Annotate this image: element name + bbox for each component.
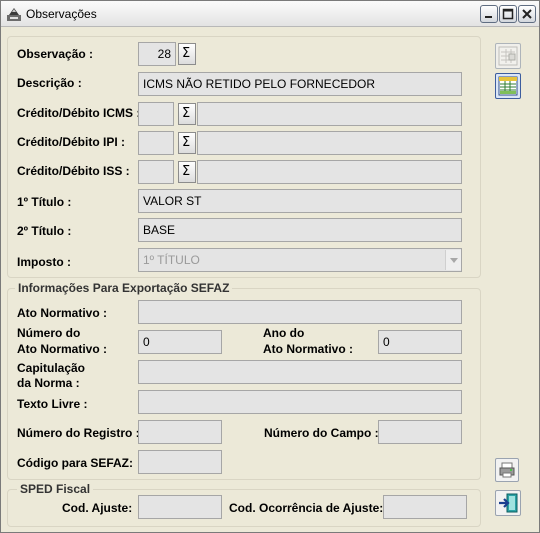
cod-ocorrencia-field[interactable] [383,495,467,519]
texto-livre-label: Texto Livre : [17,397,88,411]
descricao-label: Descrição : [17,76,82,90]
codigo-sefaz-label: Código para SEFAZ: [17,456,134,470]
imposto-label: Imposto : [17,255,71,269]
observacao-field[interactable]: 28 [138,42,176,66]
capitulacao-label-2: da Norma : [17,376,80,390]
ano-ato-label-1: Ano do [263,326,305,340]
title-bar[interactable]: Observações [1,1,539,27]
codigo-sefaz-field[interactable] [138,450,222,474]
cod-ajuste-field[interactable] [138,495,222,519]
capitulacao-label-1: Capitulação [17,361,86,375]
credito-icms-lookup-button[interactable]: Σ [178,103,196,125]
table-icon [498,76,518,96]
titulo1-label: 1º Título : [17,195,72,209]
numero-campo-label: Número do Campo : [264,426,379,440]
credito-icms-code-field[interactable] [138,102,174,126]
titulo2-field[interactable]: BASE [138,218,462,242]
sigma-icon: Σ [182,135,191,150]
credito-icms-desc-field[interactable] [197,102,462,126]
titulo2-label: 2º Título : [17,224,72,238]
close-button[interactable] [518,5,536,23]
numero-campo-field[interactable] [378,420,462,444]
sigma-icon: Σ [182,164,191,179]
cod-ocorrencia-label: Cod. Ocorrência de Ajuste: [229,501,384,515]
maximize-icon [502,8,514,20]
table-button[interactable] [495,73,521,99]
sped-group-title: SPED Fiscal [17,482,94,496]
numero-ato-label-1: Número do [17,326,81,340]
credito-iss-lookup-button[interactable]: Σ [178,161,196,183]
app-icon [7,8,21,21]
cod-ajuste-label: Cod. Ajuste: [62,501,133,515]
grid-edit-button[interactable] [495,43,521,69]
sefaz-group-title: Informações Para Exportação SEFAZ [15,281,233,295]
numero-ato-field[interactable]: 0 [138,330,222,354]
titulo1-field[interactable]: VALOR ST [138,189,462,213]
credito-ipi-lookup-button[interactable]: Σ [178,132,196,154]
minimize-icon [485,16,492,18]
sigma-icon: Σ [182,46,191,61]
minimize-button[interactable] [480,5,498,23]
texto-livre-field[interactable] [138,390,462,414]
numero-ato-label-2: Ato Normativo : [17,342,107,356]
observacao-lookup-button[interactable]: Σ [178,43,196,65]
descricao-field[interactable]: ICMS NÃO RETIDO PELO FORNECEDOR [138,72,462,96]
credito-ipi-code-field[interactable] [138,131,174,155]
credito-iss-desc-field[interactable] [197,160,462,184]
ano-ato-field[interactable]: 0 [378,330,462,354]
print-button[interactable] [495,458,519,482]
sigma-icon: Σ [182,106,191,121]
window-title: Observações [26,7,97,21]
ato-normativo-label: Ato Normativo : [17,306,107,320]
capitulacao-field[interactable] [138,360,462,384]
grid-edit-icon [498,46,518,66]
ano-ato-label-2: Ato Normativo : [263,342,353,356]
form-area: Observação : 28 Σ Descrição : ICMS NÃO R… [5,30,536,530]
numero-registro-label: Número do Registro : [17,426,140,440]
observacao-label: Observação : [17,47,94,61]
observacoes-window: Observações Observação : 28 Σ Descrição … [0,0,540,533]
credito-iss-label: Crédito/Débito ISS : [17,164,130,178]
close-icon [522,9,532,19]
exit-door-icon [499,493,518,513]
print-icon [499,462,515,478]
ato-normativo-field[interactable] [138,300,462,324]
credito-ipi-label: Crédito/Débito IPI : [17,135,125,149]
credito-ipi-desc-field[interactable] [197,131,462,155]
imposto-select[interactable]: 1º TÍTULO [138,248,462,272]
credito-iss-code-field[interactable] [138,160,174,184]
imposto-dropdown-arrow[interactable] [445,250,461,270]
exit-button[interactable] [495,490,521,516]
maximize-button[interactable] [499,5,517,23]
credito-icms-label: Crédito/Débito ICMS : [17,106,141,120]
numero-registro-field[interactable] [138,420,222,444]
